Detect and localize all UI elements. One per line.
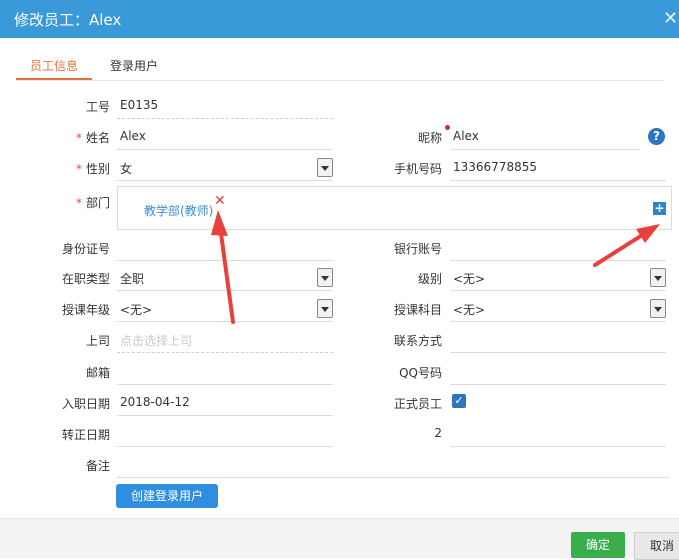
qq-input[interactable] xyxy=(450,358,666,385)
name-label: * 姓名 xyxy=(75,131,110,145)
contact-input[interactable] xyxy=(450,326,666,353)
active-tab-indicator xyxy=(16,78,92,80)
bank-label: 银行账号 xyxy=(393,242,442,256)
contact-label: 联系方式 xyxy=(393,334,442,348)
remove-dept-icon[interactable]: ✕ xyxy=(214,193,226,209)
level-select[interactable]: <无> xyxy=(450,264,666,291)
dialog-footer: 确定 取消 xyxy=(0,518,679,560)
add-dept-icon[interactable]: + xyxy=(653,202,666,215)
grade-value: <无> xyxy=(120,303,153,317)
cancel-button[interactable]: 取消 xyxy=(634,532,679,560)
ok-button[interactable]: 确定 xyxy=(571,532,625,558)
hire-date-input[interactable]: 2018-04-12 xyxy=(117,389,333,416)
tab-bar: 员工信息 登录用户 xyxy=(16,48,664,81)
dialog-titlebar: 修改员工：Alex ✕ xyxy=(0,0,679,38)
boss-picker[interactable]: 点击选择上司 xyxy=(117,326,333,353)
emp-no-field: E0135 xyxy=(117,92,333,119)
chevron-down-icon[interactable] xyxy=(650,268,666,287)
regular-date-input[interactable] xyxy=(117,420,333,447)
create-login-user-button[interactable]: 创建登录用户 xyxy=(116,484,218,508)
formal-label: 正式员工 xyxy=(393,397,442,411)
tab-employee-info[interactable]: 员工信息 xyxy=(30,57,78,74)
nickname-value: Alex xyxy=(453,129,479,143)
close-icon[interactable]: ✕ xyxy=(663,8,679,29)
grade-label: 授课年级 xyxy=(61,303,110,317)
qq-label: QQ号码 xyxy=(399,366,442,380)
boss-label: 上司 xyxy=(85,334,110,348)
name-input[interactable]: Alex xyxy=(117,123,333,150)
formal-checkbox[interactable]: ✓ xyxy=(452,394,466,408)
idcard-label: 身份证号 xyxy=(61,242,110,256)
subject-select[interactable]: <无> xyxy=(450,295,666,322)
mobile-input[interactable]: 13366778855 xyxy=(450,154,666,181)
chevron-down-icon[interactable] xyxy=(317,158,333,177)
gender-value: 女 xyxy=(120,162,133,176)
jobtype-label: 在职类型 xyxy=(61,272,110,286)
dept-label: * 部门 xyxy=(75,196,110,210)
remark-label: 备注 xyxy=(85,459,110,473)
email-label: 邮箱 xyxy=(85,366,110,380)
subject-label: 授课科目 xyxy=(393,303,442,317)
email-input[interactable] xyxy=(117,358,333,385)
subject-value: <无> xyxy=(453,303,486,317)
dept-box[interactable]: 教学部(教师) ✕ + xyxy=(117,186,672,230)
help-icon[interactable]: ? xyxy=(648,128,665,145)
emp-no-value: E0135 xyxy=(120,98,159,112)
regular-date-label: 转正日期 xyxy=(61,428,110,442)
gender-label: * 性别 xyxy=(75,162,110,176)
dialog-title: 修改员工：Alex xyxy=(14,11,122,29)
name-value: Alex xyxy=(120,129,146,143)
idcard-input[interactable] xyxy=(117,234,333,261)
mobile-value: 13366778855 xyxy=(453,160,537,174)
chevron-down-icon[interactable] xyxy=(317,299,333,318)
grade-select[interactable]: <无> xyxy=(117,295,333,322)
dept-tag: 教学部(教师) xyxy=(144,204,214,218)
jobtype-value: 全职 xyxy=(120,272,145,286)
hire-date-label: 入职日期 xyxy=(61,397,110,411)
gender-select[interactable]: 女 xyxy=(117,154,333,181)
nickname-label: 昵称 xyxy=(417,131,442,145)
jobtype-select[interactable]: 全职 xyxy=(117,264,333,291)
boss-placeholder: 点击选择上司 xyxy=(120,334,193,348)
chevron-down-icon[interactable] xyxy=(650,299,666,318)
bank-input[interactable] xyxy=(450,234,666,261)
tab-login-user[interactable]: 登录用户 xyxy=(110,57,158,74)
field-2-input[interactable] xyxy=(450,420,666,447)
level-label: 级别 xyxy=(417,272,442,286)
field-2-label: 2 xyxy=(434,426,442,440)
level-value: <无> xyxy=(453,272,486,286)
mobile-label: 手机号码 xyxy=(393,162,442,176)
chevron-down-icon[interactable] xyxy=(317,268,333,287)
nickname-input[interactable]: Alex xyxy=(450,123,640,150)
emp-no-label: 工号 xyxy=(85,100,110,114)
hire-date-value: 2018-04-12 xyxy=(120,395,190,409)
remark-input[interactable] xyxy=(117,451,670,478)
